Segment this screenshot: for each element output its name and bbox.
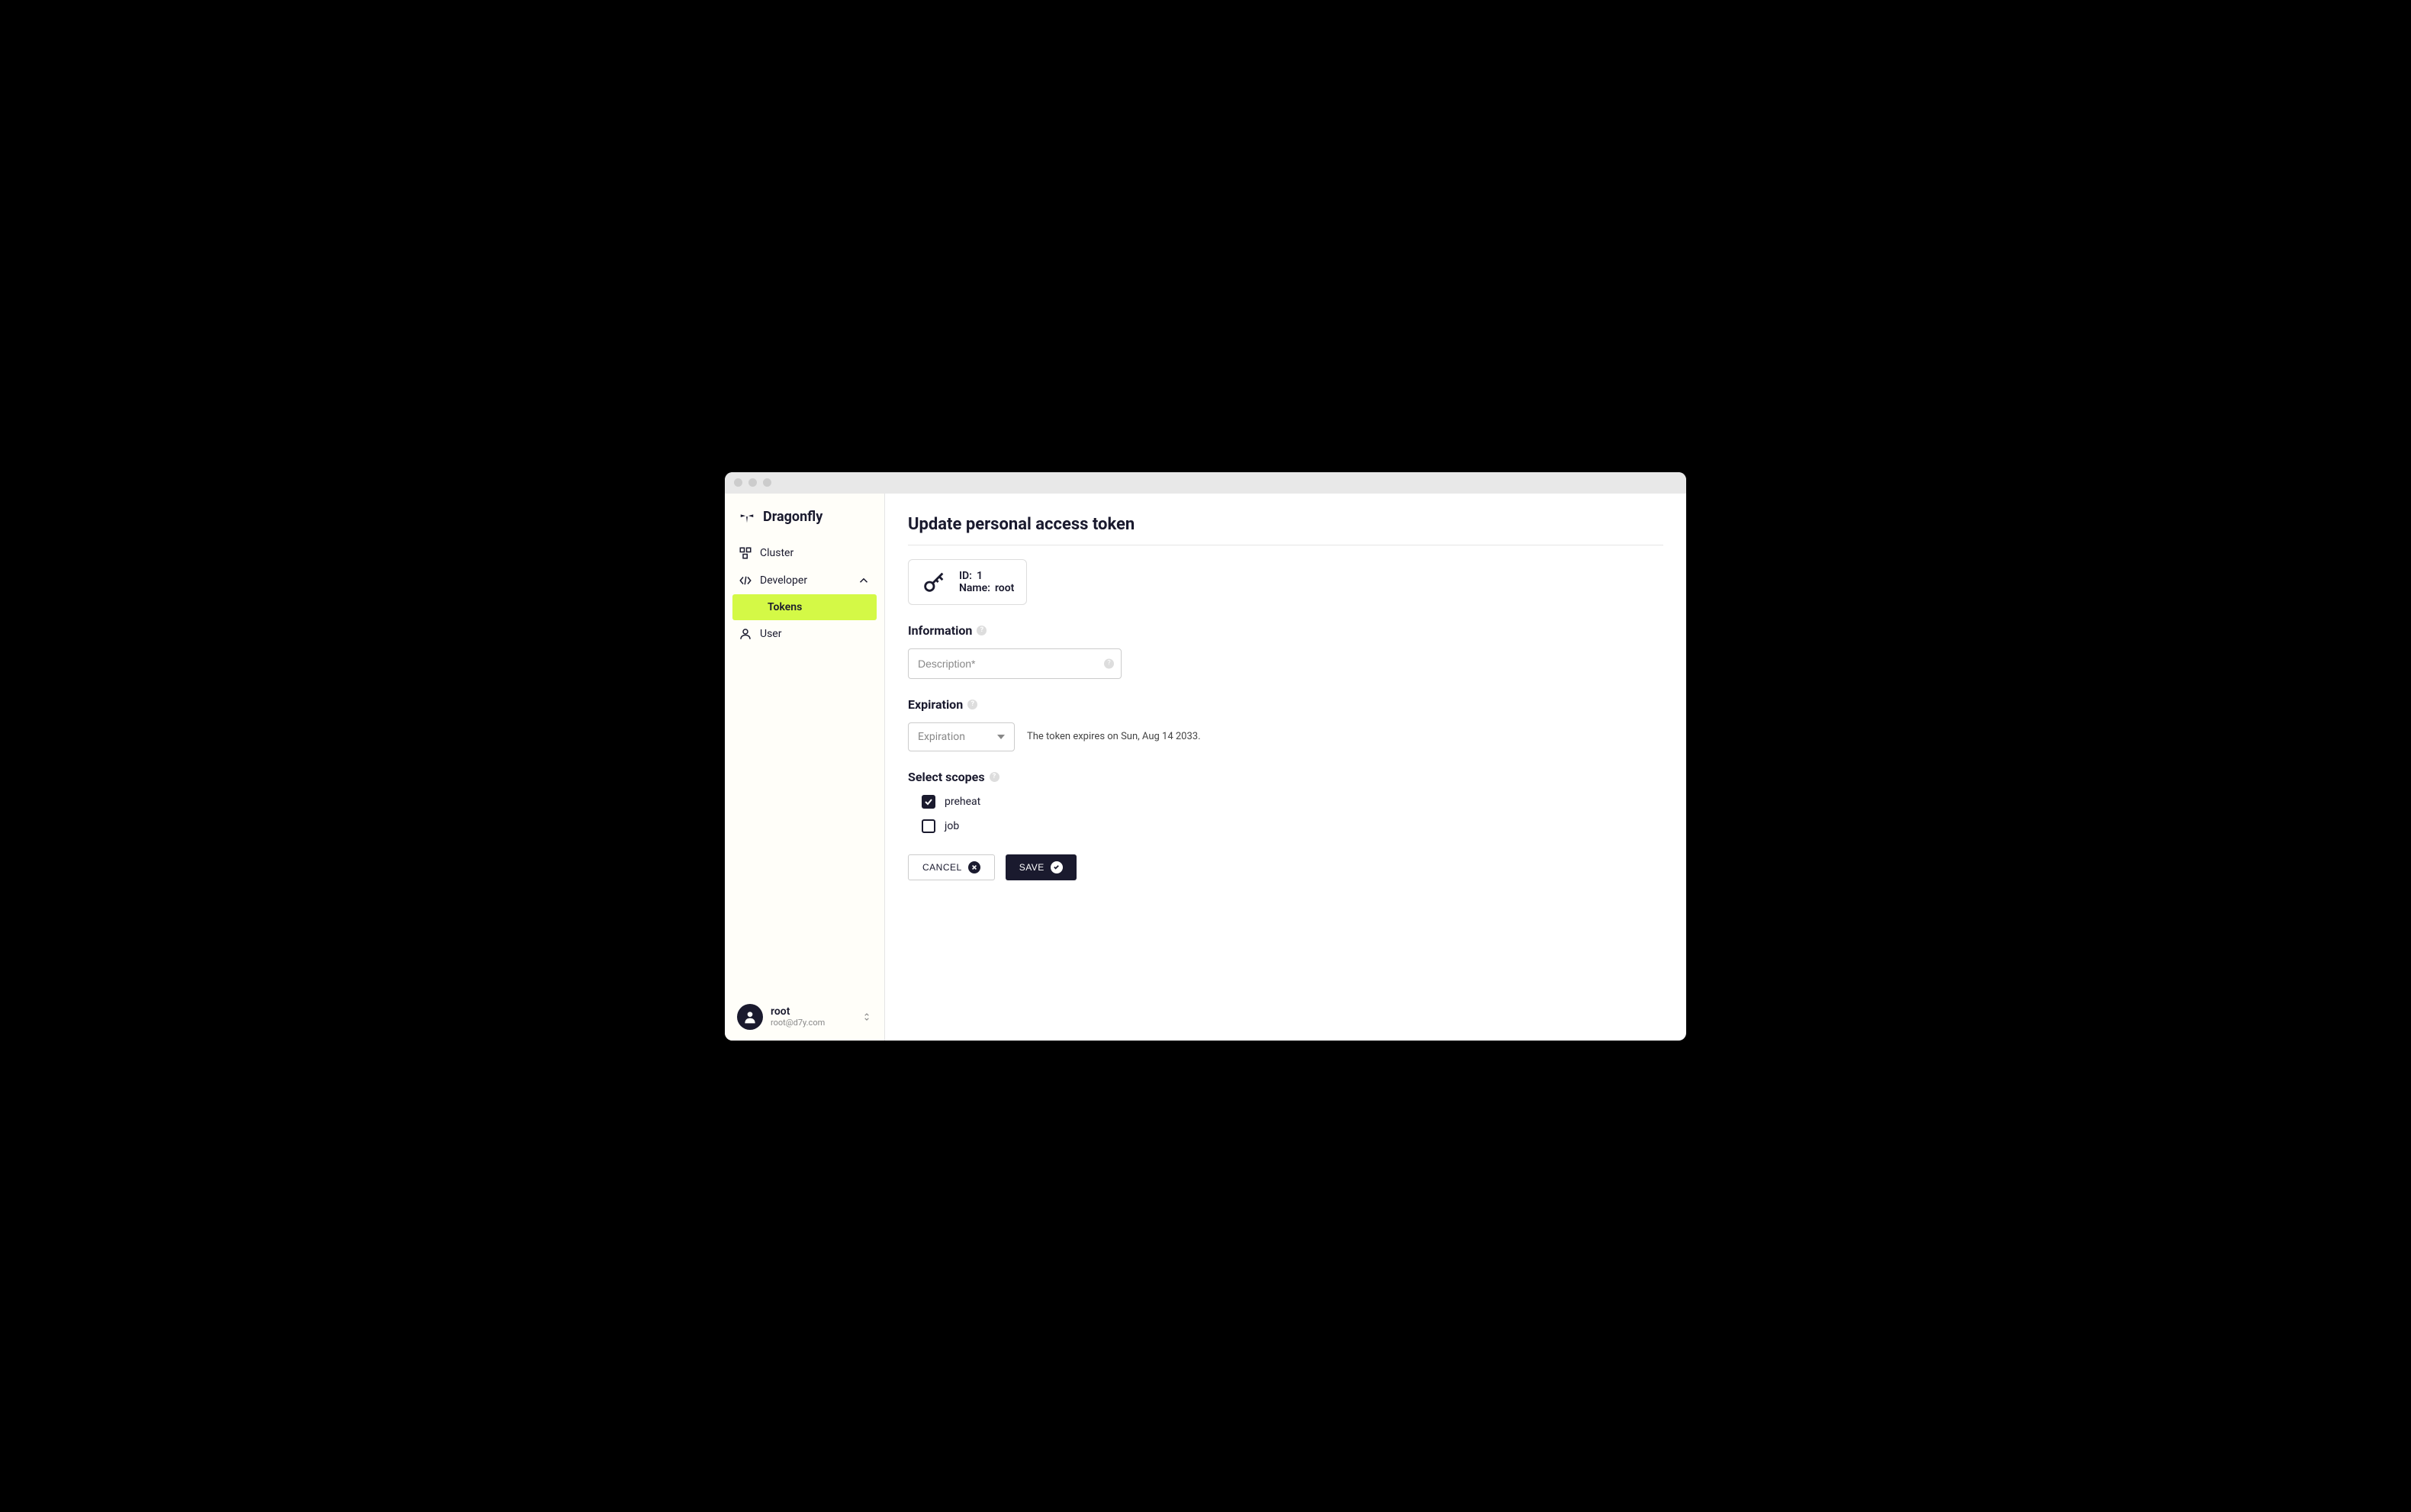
section-information: Information ? [908, 623, 1663, 638]
avatar [737, 1004, 763, 1030]
window-maximize-icon[interactable] [763, 478, 771, 487]
sidebar-item-label: User [760, 628, 781, 640]
chevron-up-icon [857, 574, 871, 587]
avatar-icon [742, 1009, 758, 1025]
scope-item-preheat: preheat [922, 795, 1663, 809]
key-icon [921, 569, 947, 595]
sidebar: Dragonfly Cluster Developer Tokens User [725, 494, 885, 1041]
brand-label: Dragonfly [763, 509, 822, 525]
section-label: Expiration [908, 697, 963, 712]
button-label: SAVE [1019, 862, 1045, 873]
token-card: ID: 1 Name: root [908, 559, 1027, 605]
user-info: root root@d7y.com [771, 1005, 854, 1028]
token-name-value: root [995, 582, 1014, 594]
sidebar-item-cluster[interactable]: Cluster [725, 539, 884, 567]
cancel-button[interactable]: CANCEL [908, 854, 995, 880]
checkbox-preheat[interactable] [922, 795, 935, 809]
description-input-wrap: ? [908, 648, 1122, 679]
sidebar-item-tokens[interactable]: Tokens [732, 594, 877, 620]
expiration-text: The token expires on Sun, Aug 14 2033. [1027, 731, 1201, 742]
expiration-row: Expiration The token expires on Sun, Aug… [908, 722, 1663, 751]
section-expiration: Expiration ? [908, 697, 1663, 712]
scope-label: job [945, 820, 959, 832]
window-close-icon[interactable] [734, 478, 742, 487]
token-id-value: 1 [977, 570, 983, 582]
page-title: Update personal access token [908, 515, 1663, 545]
actions: CANCEL SAVE [908, 854, 1663, 880]
user-name: root [771, 1005, 854, 1018]
checkbox-job[interactable] [922, 819, 935, 833]
help-icon[interactable]: ? [967, 700, 977, 709]
user-email: root@d7y.com [771, 1018, 854, 1028]
help-icon[interactable]: ? [990, 772, 999, 782]
scopes-list: preheat job [922, 795, 1663, 833]
section-label: Information [908, 623, 972, 638]
select-label: Expiration [918, 731, 965, 743]
window-minimize-icon[interactable] [748, 478, 757, 487]
main: Update personal access token ID: 1 Name:… [885, 494, 1686, 1041]
token-name-label: Name: [959, 582, 990, 594]
sidebar-item-developer[interactable]: Developer [725, 567, 884, 594]
section-label: Select scopes [908, 770, 985, 784]
sidebar-item-user[interactable]: User [725, 620, 884, 648]
cluster-icon [739, 546, 752, 560]
expiration-select[interactable]: Expiration [908, 722, 1015, 751]
sidebar-item-label: Cluster [760, 547, 793, 559]
user-footer[interactable]: root root@d7y.com [725, 993, 884, 1041]
user-icon [739, 627, 752, 641]
sort-icon[interactable] [861, 1012, 872, 1022]
description-input[interactable] [908, 648, 1122, 679]
code-icon [739, 574, 752, 587]
section-scopes: Select scopes ? [908, 770, 1663, 784]
sidebar-item-label: Developer [760, 574, 807, 587]
titlebar [725, 472, 1686, 494]
app-window: Dragonfly Cluster Developer Tokens User [725, 472, 1686, 1041]
cancel-icon [968, 861, 980, 873]
token-id-label: ID: [959, 570, 972, 582]
help-icon[interactable]: ? [977, 626, 987, 635]
button-label: CANCEL [922, 862, 962, 873]
dragonfly-logo-icon [739, 509, 755, 526]
save-button[interactable]: SAVE [1006, 854, 1077, 880]
brand: Dragonfly [725, 509, 884, 539]
scope-label: preheat [945, 796, 980, 808]
nav: Cluster Developer Tokens User [725, 539, 884, 993]
token-meta: ID: 1 Name: root [959, 570, 1014, 594]
help-icon[interactable]: ? [1104, 658, 1114, 668]
check-icon [924, 797, 933, 806]
scope-item-job: job [922, 819, 1663, 833]
save-icon [1051, 861, 1063, 873]
sidebar-item-label: Tokens [768, 601, 802, 613]
dropdown-icon [997, 733, 1005, 741]
